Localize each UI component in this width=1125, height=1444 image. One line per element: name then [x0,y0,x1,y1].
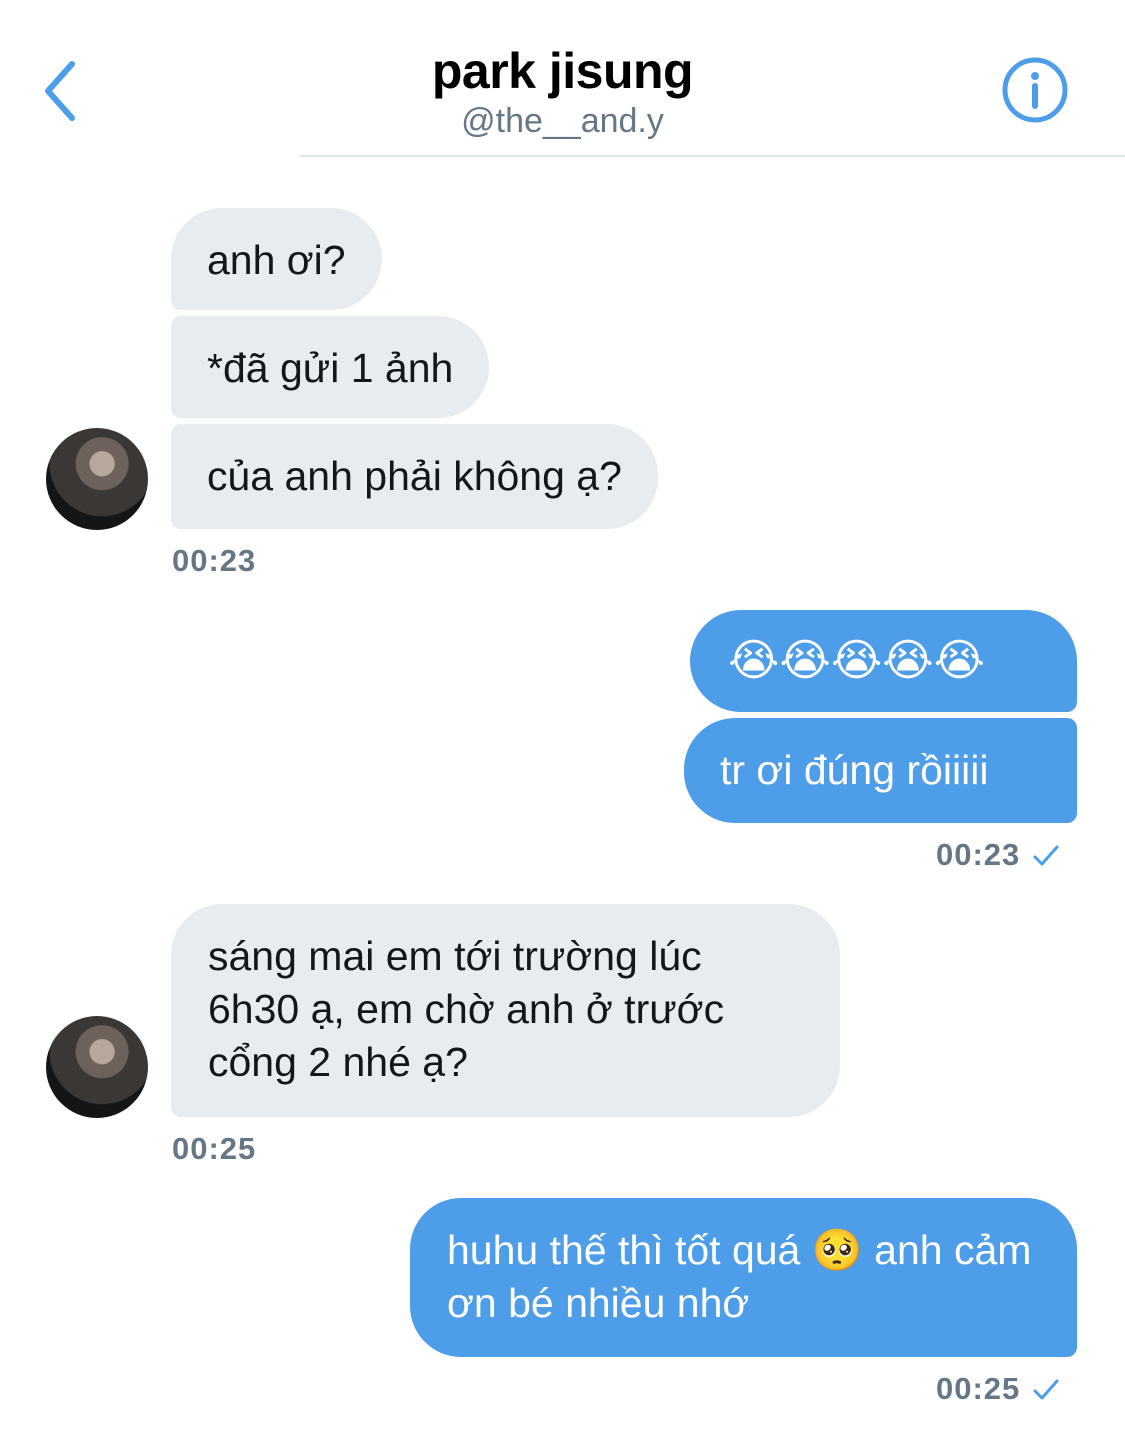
info-icon [1002,57,1068,123]
incoming-message-bubble[interactable]: của anh phải không ạ? [171,424,658,529]
message-timestamp: 00:23 [172,543,257,578]
loudly-crying-face-emoji: 😭😭😭😭😭 [728,636,986,685]
avatar[interactable] [46,428,148,530]
sent-check-icon [1033,1379,1059,1400]
contact-name[interactable]: park jisung [0,42,1125,100]
message-timestamp: 00:23 [936,837,1060,873]
info-button[interactable] [1001,56,1069,124]
outgoing-message-bubble[interactable]: huhu thế thì tốt quá 🥺 anh cảm ơn bé nhi… [410,1198,1077,1357]
sent-check-icon [1033,845,1059,866]
header-divider [300,155,1125,157]
message-timestamp: 00:25 [936,1371,1060,1407]
message-timestamp: 00:25 [172,1131,257,1166]
incoming-message-bubble[interactable]: *đã gửi 1 ảnh [171,316,490,418]
outgoing-message-bubble[interactable]: 😭😭😭😭😭 [690,610,1077,712]
incoming-message-bubble[interactable]: sáng mai em tới trường lúc 6h30 ạ, em ch… [171,904,840,1117]
timestamp-text: 00:25 [936,1371,1021,1406]
incoming-message-bubble[interactable]: anh ơi? [171,208,382,310]
timestamp-text: 00:23 [936,837,1021,872]
contact-handle[interactable]: @the__and.y [0,102,1125,141]
avatar[interactable] [46,1016,148,1118]
conversation-header: park jisung @the__and.y [0,0,1125,157]
outgoing-message-bubble[interactable]: tr ơi đúng rồiiiii [684,718,1077,823]
